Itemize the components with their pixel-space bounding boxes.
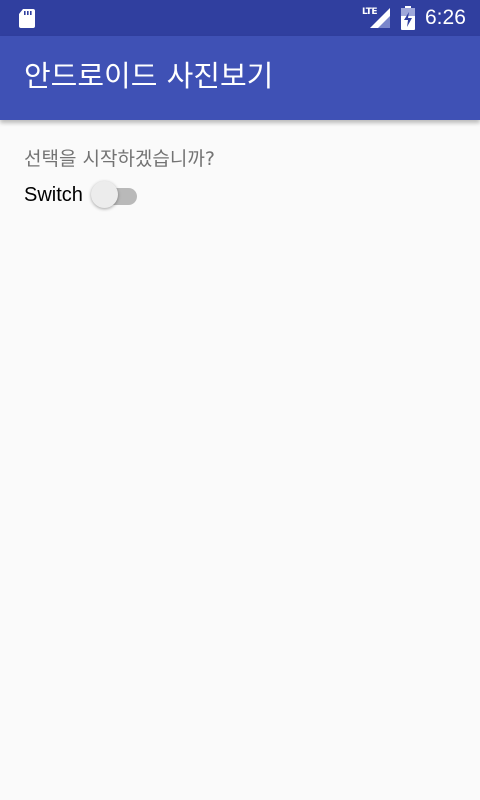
switch-row[interactable]: Switch xyxy=(24,180,145,210)
app-title: 안드로이드 사진보기 xyxy=(24,59,274,93)
status-bar: LTE 6:26 xyxy=(0,0,480,36)
toggle-switch[interactable] xyxy=(89,180,145,210)
switch-thumb[interactable] xyxy=(90,181,118,208)
lte-signal-icon: LTE xyxy=(362,6,390,30)
status-clock: 6:26 xyxy=(425,6,466,29)
screen: LTE 6:26 안드로이드 사진보기 선택을 시작하겠습니까? Switch xyxy=(0,0,480,800)
prompt-text: 선택을 시작하겠습니까? xyxy=(24,148,215,170)
app-bar: 안드로이드 사진보기 xyxy=(0,36,480,120)
main-content: 선택을 시작하겠습니까? Switch xyxy=(0,120,480,800)
switch-label: Switch xyxy=(24,184,83,206)
sd-card-icon xyxy=(19,9,35,28)
network-type-label: LTE xyxy=(362,7,378,17)
battery-charging-icon xyxy=(401,6,415,30)
